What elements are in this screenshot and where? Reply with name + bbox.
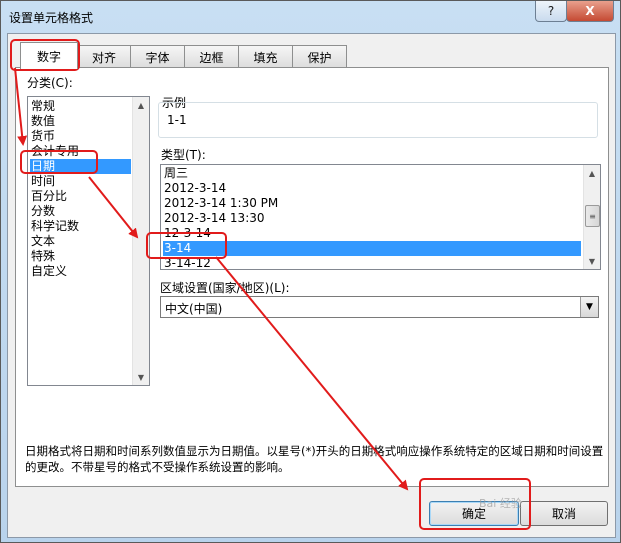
dialog-body: 数字 对齐 字体 边框 填充 保护 分类(C): 常规 数值 货币 会计专用 日… <box>7 33 616 538</box>
category-item-date[interactable]: 日期 <box>30 159 131 174</box>
type-scrollbar[interactable]: ▲ ≡ ▼ <box>583 165 600 269</box>
type-item[interactable]: 2012-3-14 1:30 PM <box>163 196 278 211</box>
category-item-general[interactable]: 常规 <box>30 99 55 114</box>
dialog-title: 设置单元格格式 <box>9 11 94 25</box>
type-item[interactable]: 2012-3-14 <box>163 181 226 196</box>
type-item[interactable]: 2012-3-14 13:30 <box>163 211 265 226</box>
help-button[interactable]: ? <box>535 1 567 22</box>
sample-value: 1-1 <box>167 113 187 127</box>
locale-combobox[interactable]: 中文(中国) ▼ <box>160 296 599 318</box>
tab-alignment[interactable]: 对齐 <box>77 45 131 68</box>
format-cells-dialog: 设置单元格格式 ? X 数字 对齐 字体 边框 填充 保护 分类(C): 常规 … <box>0 0 621 543</box>
help-icon: ? <box>547 4 555 18</box>
tab-protection[interactable]: 保护 <box>292 45 347 68</box>
tab-number[interactable]: 数字 <box>20 42 78 69</box>
scrollbar-thumb[interactable]: ≡ <box>585 205 600 227</box>
number-tab-panel: 分类(C): 常规 数值 货币 会计专用 日期 时间 百分比 分数 科学记数 文… <box>15 67 609 487</box>
type-listbox[interactable]: 周三 2012-3-14 2012-3-14 1:30 PM 2012-3-14… <box>160 164 601 270</box>
type-item[interactable]: 周三 <box>163 166 188 181</box>
category-item-time[interactable]: 时间 <box>30 174 55 189</box>
tab-fill[interactable]: 填充 <box>238 45 293 68</box>
scroll-up-icon[interactable]: ▲ <box>133 97 149 113</box>
tab-font[interactable]: 字体 <box>130 45 185 68</box>
type-item[interactable]: 12-3-14 <box>163 226 211 241</box>
locale-label: 区域设置(国家/地区)(L): <box>160 281 290 295</box>
locale-value: 中文(中国) <box>165 302 223 316</box>
category-scrollbar[interactable]: ▲ ▼ <box>132 97 149 385</box>
chevron-down-icon[interactable]: ▼ <box>580 297 598 317</box>
category-item-accounting[interactable]: 会计专用 <box>30 144 79 159</box>
scroll-up-icon[interactable]: ▲ <box>584 165 600 181</box>
type-label: 类型(T): <box>161 148 206 162</box>
category-item-fraction[interactable]: 分数 <box>30 204 55 219</box>
type-item[interactable]: 3-14-12 <box>163 256 211 269</box>
category-listbox[interactable]: 常规 数值 货币 会计专用 日期 时间 百分比 分数 科学记数 文本 特殊 自定… <box>27 96 150 386</box>
sample-group: 1-1 <box>158 102 598 138</box>
category-item-percentage[interactable]: 百分比 <box>30 189 67 204</box>
format-description: 日期格式将日期和时间系列数值显示为日期值。以星号(*)开头的日期格式响应操作系统… <box>25 444 604 474</box>
close-icon: X <box>585 4 595 18</box>
category-item-text[interactable]: 文本 <box>30 234 55 249</box>
category-label: 分类(C): <box>27 76 73 90</box>
scroll-down-icon[interactable]: ▼ <box>133 369 149 385</box>
scroll-down-icon[interactable]: ▼ <box>584 253 600 269</box>
category-item-scientific[interactable]: 科学记数 <box>30 219 79 234</box>
category-item-special[interactable]: 特殊 <box>30 249 55 264</box>
cancel-button[interactable]: 取消 <box>520 501 608 526</box>
title-bar[interactable]: 设置单元格格式 ? X <box>1 1 620 33</box>
tab-border[interactable]: 边框 <box>184 45 239 68</box>
close-button[interactable]: X <box>566 1 614 22</box>
watermark: Bai 经验 <box>479 497 522 510</box>
category-item-custom[interactable]: 自定义 <box>30 264 67 279</box>
type-item-selected[interactable]: 3-14 <box>163 241 581 256</box>
category-item-number[interactable]: 数值 <box>30 114 55 129</box>
category-item-currency[interactable]: 货币 <box>30 129 55 144</box>
